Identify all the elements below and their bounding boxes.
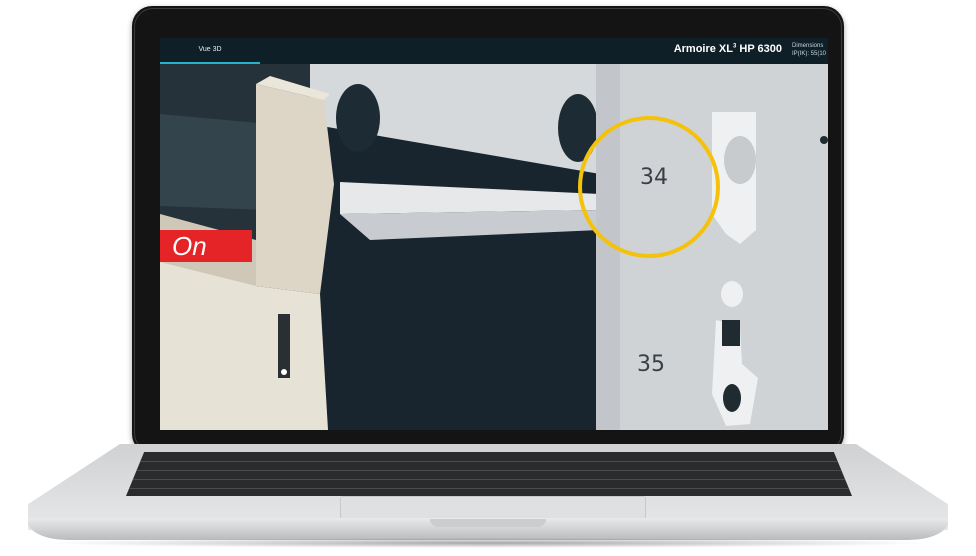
- rail-number-lower: 35: [637, 352, 665, 377]
- switch-lever: [256, 84, 334, 294]
- dimensions-value: IP(IK): 55(10: [791, 51, 826, 57]
- rail-bracket-lower-hole: [723, 384, 741, 412]
- keyboard-row: [126, 488, 852, 489]
- laptop-notch: [430, 519, 546, 527]
- switch-slot: [278, 314, 290, 378]
- rail-bracket-lower-slot: [722, 320, 740, 346]
- keyboard-row: [126, 470, 852, 471]
- keyboard-row: [126, 461, 852, 462]
- switch-on-label: On: [160, 230, 252, 262]
- product-title: Armoire XL3 HP 6300: [674, 43, 782, 55]
- laptop-screen: Vue 3D Armoire XL3 HP 6300 Dimensions IP…: [160, 38, 828, 430]
- rail-edge-hole: [820, 136, 828, 144]
- wall-hole-left: [336, 84, 380, 152]
- 3d-viewport[interactable]: On 34 35: [160, 64, 828, 430]
- highlight-circle: [578, 116, 720, 258]
- dimensions-info: Dimensions IP(IK): 55(10: [792, 42, 826, 58]
- rail-round-hole: [721, 281, 743, 307]
- rail-bracket-upper-hole: [724, 136, 756, 184]
- product-title-main: Armoire XL: [673, 43, 733, 55]
- switch-indicator: [281, 369, 287, 375]
- app-header: Vue 3D Armoire XL3 HP 6300 Dimensions IP…: [160, 38, 828, 65]
- laptop-keyboard: [126, 452, 852, 496]
- keyboard-row: [126, 479, 852, 480]
- left-panel-inner: [160, 114, 268, 210]
- tab-vue-3d[interactable]: Vue 3D: [160, 38, 260, 64]
- 3d-scene: [160, 64, 828, 430]
- product-title-rest: HP 6300: [736, 43, 782, 55]
- laptop-shadow: [40, 538, 936, 548]
- dimensions-label: Dimensions: [791, 43, 824, 49]
